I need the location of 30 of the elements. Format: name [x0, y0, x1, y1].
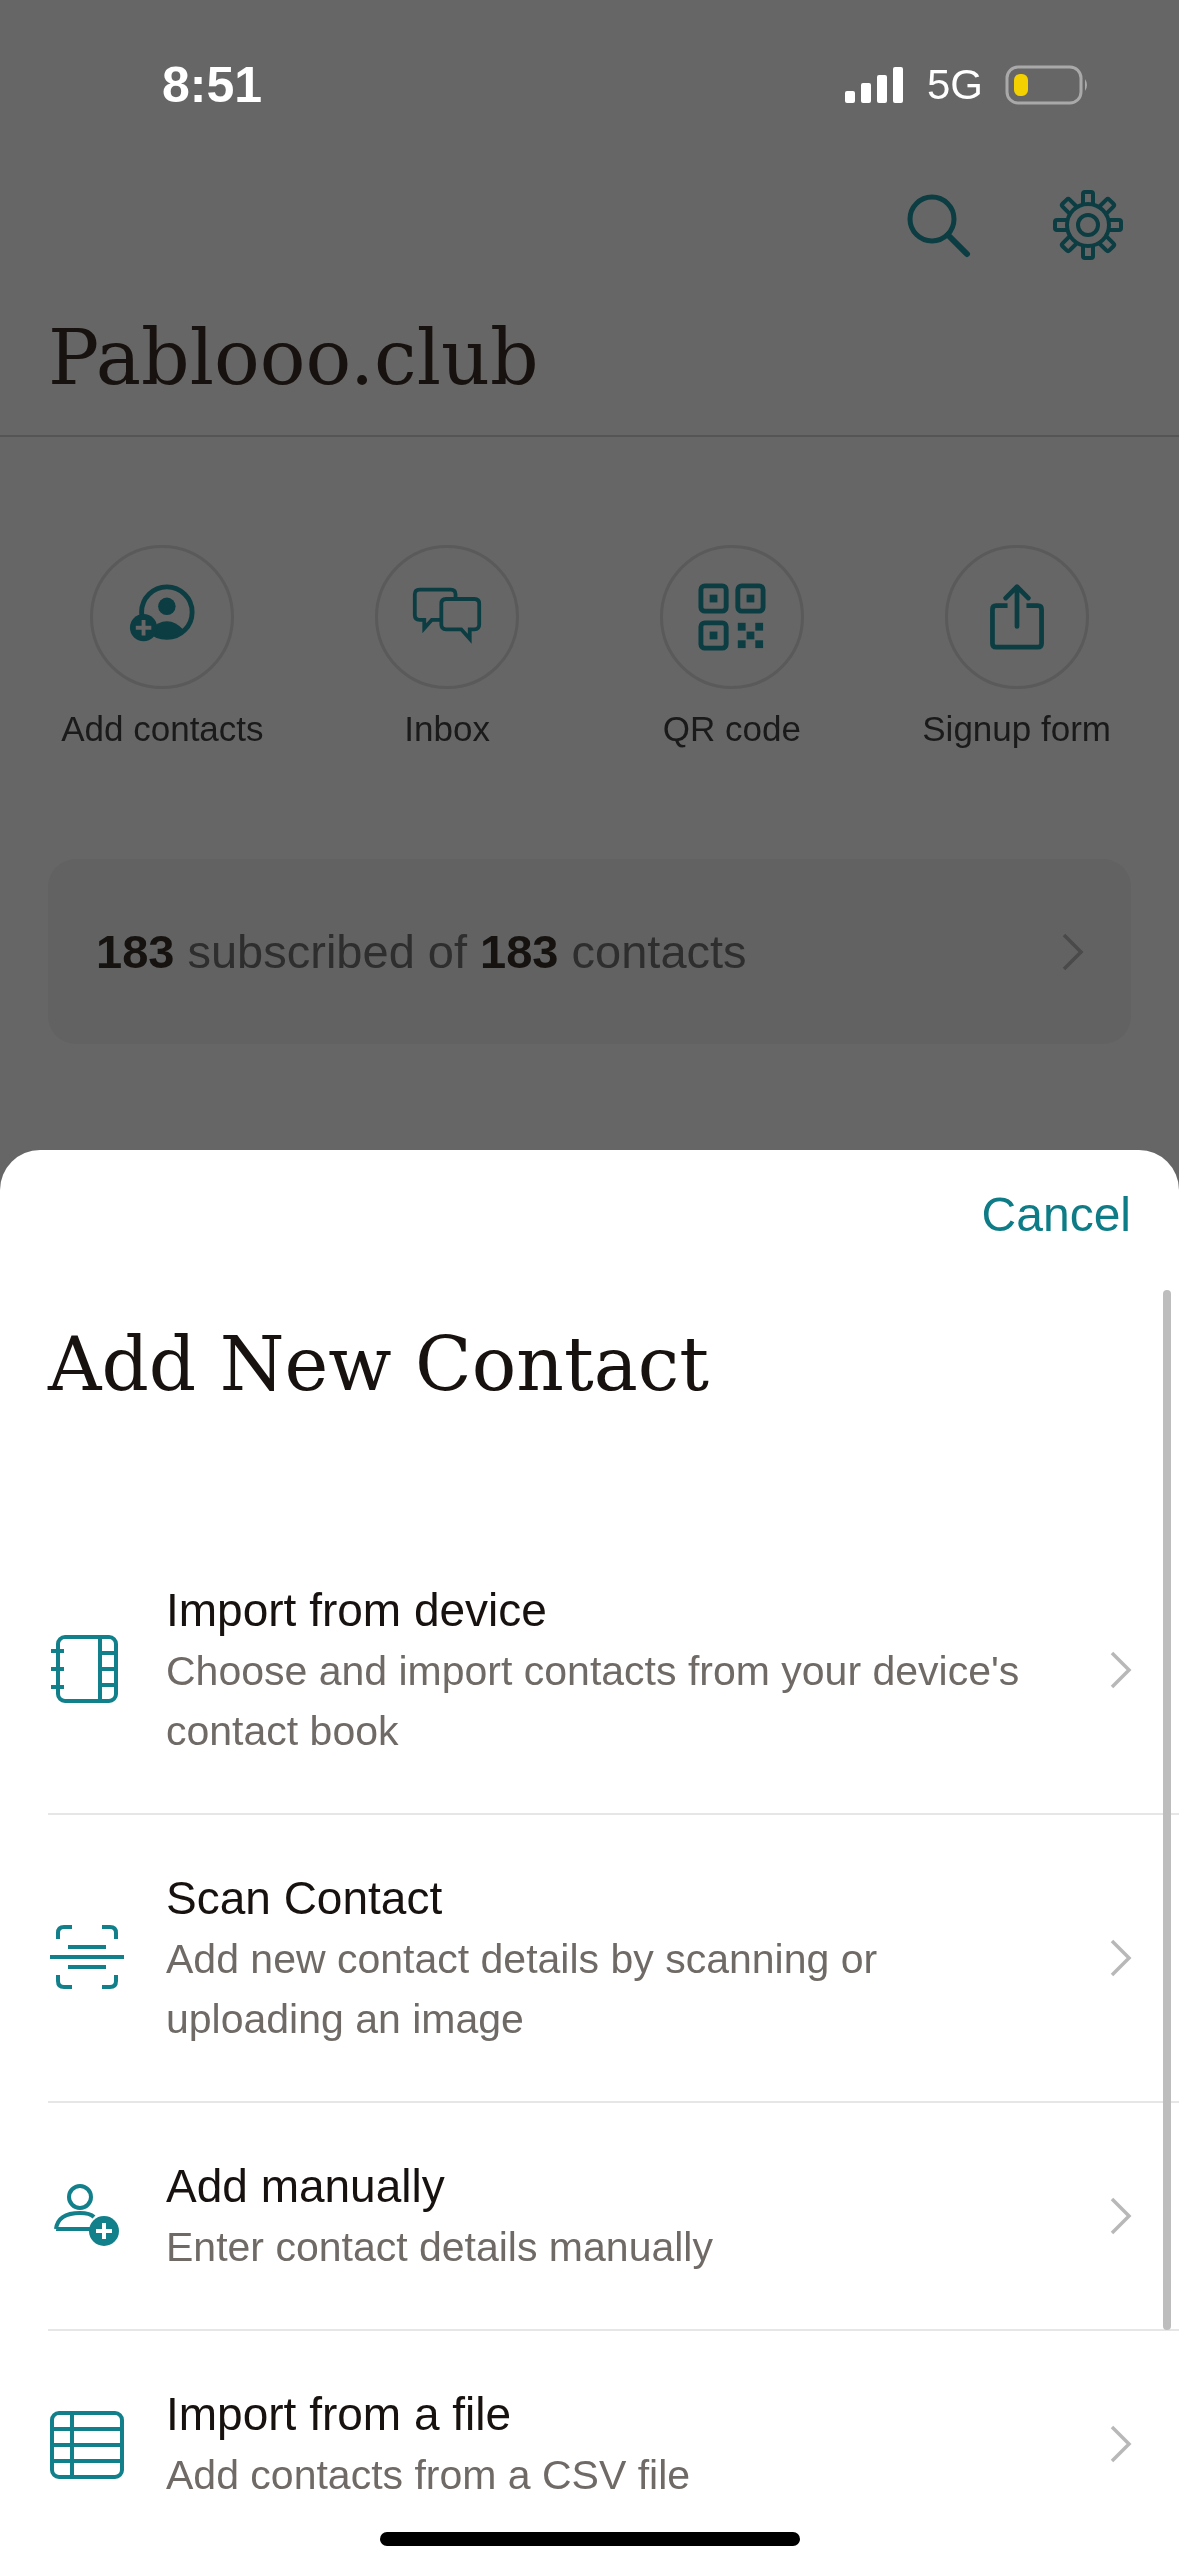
settings-icon[interactable] — [1053, 190, 1123, 260]
chevron-icon — [1109, 1650, 1133, 1690]
action-button[interactable] — [659, 545, 804, 689]
signal-icon — [844, 67, 905, 103]
action-label: Add contacts — [61, 709, 264, 749]
battery-icon — [1005, 65, 1089, 105]
app-title: Pablooo.club — [47, 312, 540, 404]
option-title: Scan Contact — [166, 1871, 444, 1926]
chevron-icon — [1061, 931, 1085, 972]
cancel-button[interactable]: Cancel — [981, 1178, 1131, 1252]
action-label: QR code — [662, 709, 801, 749]
option-description: Add new contact details by scanning or uploading an image — [166, 1935, 879, 2044]
option-description: Enter contact details manually — [166, 2223, 714, 2272]
chevron-icon — [1109, 2424, 1133, 2464]
action-label: Signup form — [922, 709, 1111, 749]
sheet-title: Add New Contact — [48, 1320, 710, 1409]
chevron-icon — [1109, 1938, 1133, 1978]
option-title: Import from device — [166, 1583, 548, 1638]
action-button[interactable] — [375, 545, 520, 689]
option-title: Add manually — [166, 2159, 446, 2214]
action-label: Inbox — [404, 709, 490, 749]
network-label: 5G — [926, 61, 983, 109]
qr-code-icon — [695, 583, 768, 651]
option-description: Add contacts from a CSV file — [166, 2451, 692, 2500]
action-button[interactable] — [90, 545, 235, 689]
chevron-icon — [1109, 2196, 1133, 2236]
status-time: 8:51 — [162, 56, 263, 114]
option-description: Choose and import contacts from your device's contact book — [166, 1647, 1021, 1756]
action-button[interactable] — [944, 545, 1089, 689]
option-title: Import from a file — [166, 2387, 513, 2442]
